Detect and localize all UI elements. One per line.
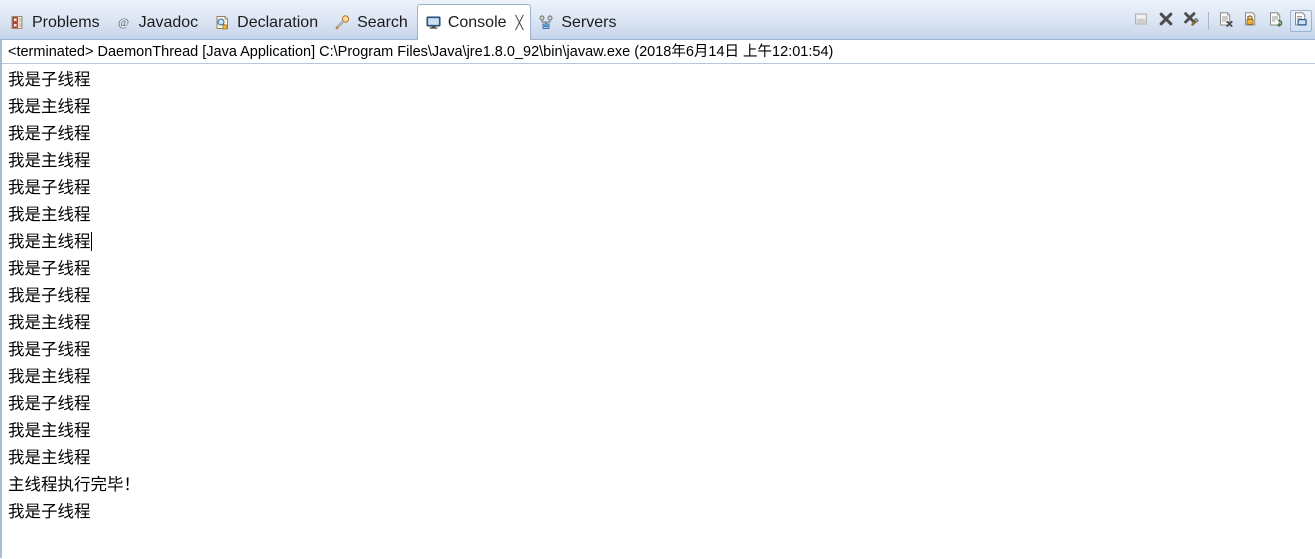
console-toolbar [1130,7,1312,35]
tab-label: Console [447,13,507,31]
console-output-area[interactable]: <terminated> DaemonThread [Java Applicat… [0,40,1315,558]
console-line: 我是主线程 [8,445,1315,472]
tab-list: Problems @ Javadoc Declaration Search Co… [2,0,625,40]
toolbar-separator [1208,12,1209,30]
console-line-text: 我是子线程 [8,71,91,89]
tab-label: Declaration [237,13,319,31]
tab-javadoc[interactable]: @ Javadoc [109,6,208,39]
close-icon[interactable]: ╳ [516,16,524,29]
clear-console-icon [1133,11,1149,32]
console-line: 我是主线程 [8,229,1315,256]
view-tab-bar: Problems @ Javadoc Declaration Search Co… [0,0,1315,40]
scroll-lock-button[interactable] [1240,10,1262,32]
tab-problems[interactable]: Problems [2,6,109,39]
console-line: 我是子线程 [8,283,1315,310]
console-line-text: 我是子线程 [8,341,91,359]
word-wrap-button[interactable] [1265,10,1287,32]
tab-label: Servers [561,13,617,31]
console-line-text: 我是主线程 [8,233,91,251]
process-description-line: <terminated> DaemonThread [Java Applicat… [2,40,1315,64]
console-line: 我是子线程 [8,67,1315,94]
clear-console-button[interactable] [1130,10,1152,32]
console-line-text: 我是子线程 [8,125,91,143]
display-selected-console-button[interactable] [1290,10,1312,32]
console-line: 我是子线程 [8,499,1315,526]
console-line-text: 我是子线程 [8,503,91,521]
console-line: 我是主线程 [8,202,1315,229]
console-line-text: 主线程执行完毕！ [8,476,140,494]
console-icon [425,14,442,31]
tab-label: Javadoc [138,13,199,31]
console-line: 我是子线程 [8,337,1315,364]
console-line: 我是子线程 [8,121,1315,148]
console-line: 主线程执行完毕！ [8,472,1315,499]
console-line-text: 我是主线程 [8,368,91,386]
tab-label: Problems [32,13,100,31]
console-line-text: 我是主线程 [8,98,91,116]
tab-label: Search [357,13,408,31]
terminate-x-icon [1158,11,1174,32]
console-line-text: 我是子线程 [8,287,91,305]
display-console-icon [1293,11,1309,32]
console-line: 我是主线程 [8,418,1315,445]
remove-all-terminated-button[interactable] [1180,10,1202,32]
javadoc-icon: @ [116,14,133,31]
scroll-lock-icon [1243,11,1259,32]
tab-console[interactable]: Console ╳ [416,4,532,40]
tab-search[interactable]: Search [327,6,417,39]
tab-servers[interactable]: Servers [531,6,625,39]
console-line: 我是主线程 [8,94,1315,121]
remove-launch-button[interactable] [1215,10,1237,32]
console-line: 我是主线程 [8,364,1315,391]
console-line: 我是子线程 [8,175,1315,202]
console-line-text: 我是主线程 [8,206,91,224]
console-line-text: 我是主线程 [8,422,91,440]
servers-icon [538,14,555,31]
text-caret [90,232,92,251]
console-line-text: 我是主线程 [8,314,91,332]
console-line-text: 我是子线程 [8,260,91,278]
remove-launch-icon [1218,11,1234,32]
tab-declaration[interactable]: Declaration [207,6,327,39]
console-line: 我是主线程 [8,310,1315,337]
console-output-lines[interactable]: 我是子线程 我是主线程 我是子线程 我是主线程 我是子线程 我是主线程 我是主线程 我是子线程… [2,64,1315,526]
console-line-text: 我是子线程 [8,395,91,413]
declaration-icon [214,14,231,31]
svg-text:@: @ [118,15,129,29]
console-line-text: 我是主线程 [8,449,91,467]
eclipse-console-view: Problems @ Javadoc Declaration Search Co… [0,0,1315,559]
problems-icon [9,14,26,31]
word-wrap-icon [1268,11,1284,32]
terminate-button[interactable] [1155,10,1177,32]
console-line: 我是子线程 [8,391,1315,418]
console-line-text: 我是子线程 [8,179,91,197]
console-line-text: 我是主线程 [8,152,91,170]
search-icon [334,14,351,31]
remove-terminated-icon [1183,11,1199,32]
console-line: 我是子线程 [8,256,1315,283]
console-line: 我是主线程 [8,148,1315,175]
